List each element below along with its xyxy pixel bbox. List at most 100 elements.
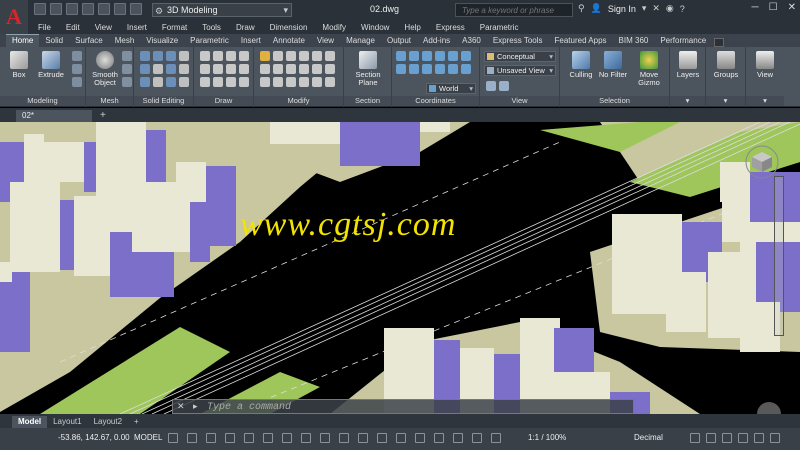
- tab-parametric[interactable]: Parametric: [184, 35, 235, 47]
- ucs-y-icon[interactable]: [448, 64, 458, 74]
- application-menu-button[interactable]: A: [0, 0, 28, 34]
- smooth-less-icon[interactable]: [122, 64, 132, 74]
- break-icon[interactable]: [325, 77, 335, 87]
- layers-button[interactable]: Layers: [671, 51, 705, 79]
- tab-solid[interactable]: Solid: [39, 35, 69, 47]
- tab-layout2[interactable]: Layout2: [88, 416, 128, 428]
- annotation-scale[interactable]: 1:1 / 100%: [528, 433, 566, 442]
- ucs-previous-icon[interactable]: [422, 51, 432, 61]
- tab-performance[interactable]: Performance: [654, 35, 712, 47]
- array-icon[interactable]: [299, 64, 309, 74]
- move-icon[interactable]: [260, 51, 270, 61]
- drawing-viewport[interactable]: www.cgtsj.com ✕ ▸: [0, 122, 800, 414]
- ucs-dropdown[interactable]: World ▾: [426, 83, 476, 94]
- fillet-icon[interactable]: [260, 64, 270, 74]
- ucs-z-icon[interactable]: [461, 64, 471, 74]
- subtract-icon[interactable]: [72, 64, 82, 74]
- tab-model[interactable]: Model: [12, 416, 48, 428]
- slice-icon[interactable]: [140, 64, 150, 74]
- tab-manage[interactable]: Manage: [340, 35, 381, 47]
- subtract-tool-icon[interactable]: [153, 51, 163, 61]
- isodraft-icon[interactable]: [282, 433, 292, 443]
- smooth-object-button[interactable]: Smooth Object: [88, 51, 122, 87]
- offset-icon[interactable]: [312, 64, 322, 74]
- polar-icon[interactable]: [263, 433, 273, 443]
- point-icon[interactable]: [239, 64, 249, 74]
- minimize-icon[interactable]: ─: [752, 2, 759, 13]
- open-icon[interactable]: [50, 3, 62, 15]
- clean-screen-icon[interactable]: [754, 433, 764, 443]
- ucs-icon[interactable]: [396, 51, 406, 61]
- interfere-icon[interactable]: [179, 51, 189, 61]
- object-snap-icon[interactable]: [320, 433, 330, 443]
- snap-icon[interactable]: [187, 433, 197, 443]
- 3d-rotate-icon[interactable]: [273, 77, 283, 87]
- ribbon-minimize-button[interactable]: [714, 38, 725, 47]
- menu-edit[interactable]: Edit: [66, 23, 80, 32]
- hardware-acceleration-icon[interactable]: [738, 433, 748, 443]
- box-button[interactable]: Box: [2, 51, 36, 79]
- thicken-icon[interactable]: [153, 64, 163, 74]
- menu-insert[interactable]: Insert: [127, 23, 147, 32]
- selection-filter-icon[interactable]: [434, 433, 444, 443]
- close-icon[interactable]: ✕: [788, 2, 796, 13]
- explode-icon[interactable]: [325, 64, 335, 74]
- ucs-world-icon[interactable]: [409, 51, 419, 61]
- fillet-edge-icon[interactable]: [166, 77, 176, 87]
- add-layout-button[interactable]: +: [128, 416, 145, 428]
- isolate-objects-icon[interactable]: [722, 433, 732, 443]
- quick-properties-icon[interactable]: [690, 433, 700, 443]
- tab-visualize[interactable]: Visualize: [140, 35, 184, 47]
- view-manager-icon[interactable]: [499, 81, 509, 91]
- menu-window[interactable]: Window: [361, 23, 389, 32]
- customization-icon[interactable]: [770, 433, 780, 443]
- viewcube[interactable]: [744, 144, 780, 180]
- units-dropdown[interactable]: Decimal: [634, 433, 663, 442]
- panel-title-modify[interactable]: Modify: [254, 96, 343, 106]
- ucs-origin-icon[interactable]: [396, 64, 406, 74]
- save-as-icon[interactable]: [82, 3, 94, 15]
- menu-modify[interactable]: Modify: [322, 23, 346, 32]
- new-icon[interactable]: [34, 3, 46, 15]
- print-icon[interactable]: [98, 3, 110, 15]
- scale-icon[interactable]: [273, 64, 283, 74]
- 3d-array-icon[interactable]: [299, 77, 309, 87]
- line-icon[interactable]: [200, 51, 210, 61]
- transparency-icon[interactable]: [377, 433, 387, 443]
- tab-surface[interactable]: Surface: [69, 35, 109, 47]
- help-icon[interactable]: ?: [680, 4, 685, 14]
- panel-title-modeling[interactable]: Modeling: [0, 96, 85, 106]
- boundary-icon[interactable]: [239, 77, 249, 87]
- annotation-visibility-icon[interactable]: [472, 433, 482, 443]
- tab-insert[interactable]: Insert: [235, 35, 267, 47]
- tab-view[interactable]: View: [311, 35, 340, 47]
- spline-icon[interactable]: [213, 64, 223, 74]
- culling-button[interactable]: Culling: [564, 51, 598, 79]
- union-icon[interactable]: [72, 51, 82, 61]
- menu-format[interactable]: Format: [162, 23, 187, 32]
- polygon-icon[interactable]: [200, 77, 210, 87]
- circle-icon[interactable]: [226, 51, 236, 61]
- panel-title-solid-editing[interactable]: Solid Editing: [134, 96, 193, 106]
- mirror-icon[interactable]: [299, 51, 309, 61]
- tab-mesh[interactable]: Mesh: [109, 35, 141, 47]
- view-expand[interactable]: ▾: [746, 96, 784, 106]
- model-space-button[interactable]: MODEL: [134, 433, 162, 442]
- ortho-icon[interactable]: [244, 433, 254, 443]
- 3d-mirror-icon[interactable]: [286, 77, 296, 87]
- helix-icon[interactable]: [213, 77, 223, 87]
- groups-expand[interactable]: ▾: [706, 96, 745, 106]
- panel-title-view[interactable]: View: [480, 96, 559, 106]
- dynamic-ucs-icon[interactable]: [415, 433, 425, 443]
- ellipse-icon[interactable]: [226, 64, 236, 74]
- tab-annotate[interactable]: Annotate: [267, 35, 311, 47]
- tab-home[interactable]: Home: [6, 34, 40, 47]
- trim-icon[interactable]: [312, 51, 322, 61]
- sign-in-link[interactable]: Sign In: [608, 4, 636, 14]
- panel-title-section[interactable]: Section: [344, 96, 391, 106]
- arc-icon[interactable]: [239, 51, 249, 61]
- search-icon[interactable]: ⚲: [578, 3, 585, 14]
- refine-mesh-icon[interactable]: [122, 77, 132, 87]
- ucs-face-icon[interactable]: [435, 51, 445, 61]
- tab-layout1[interactable]: Layout1: [47, 416, 87, 428]
